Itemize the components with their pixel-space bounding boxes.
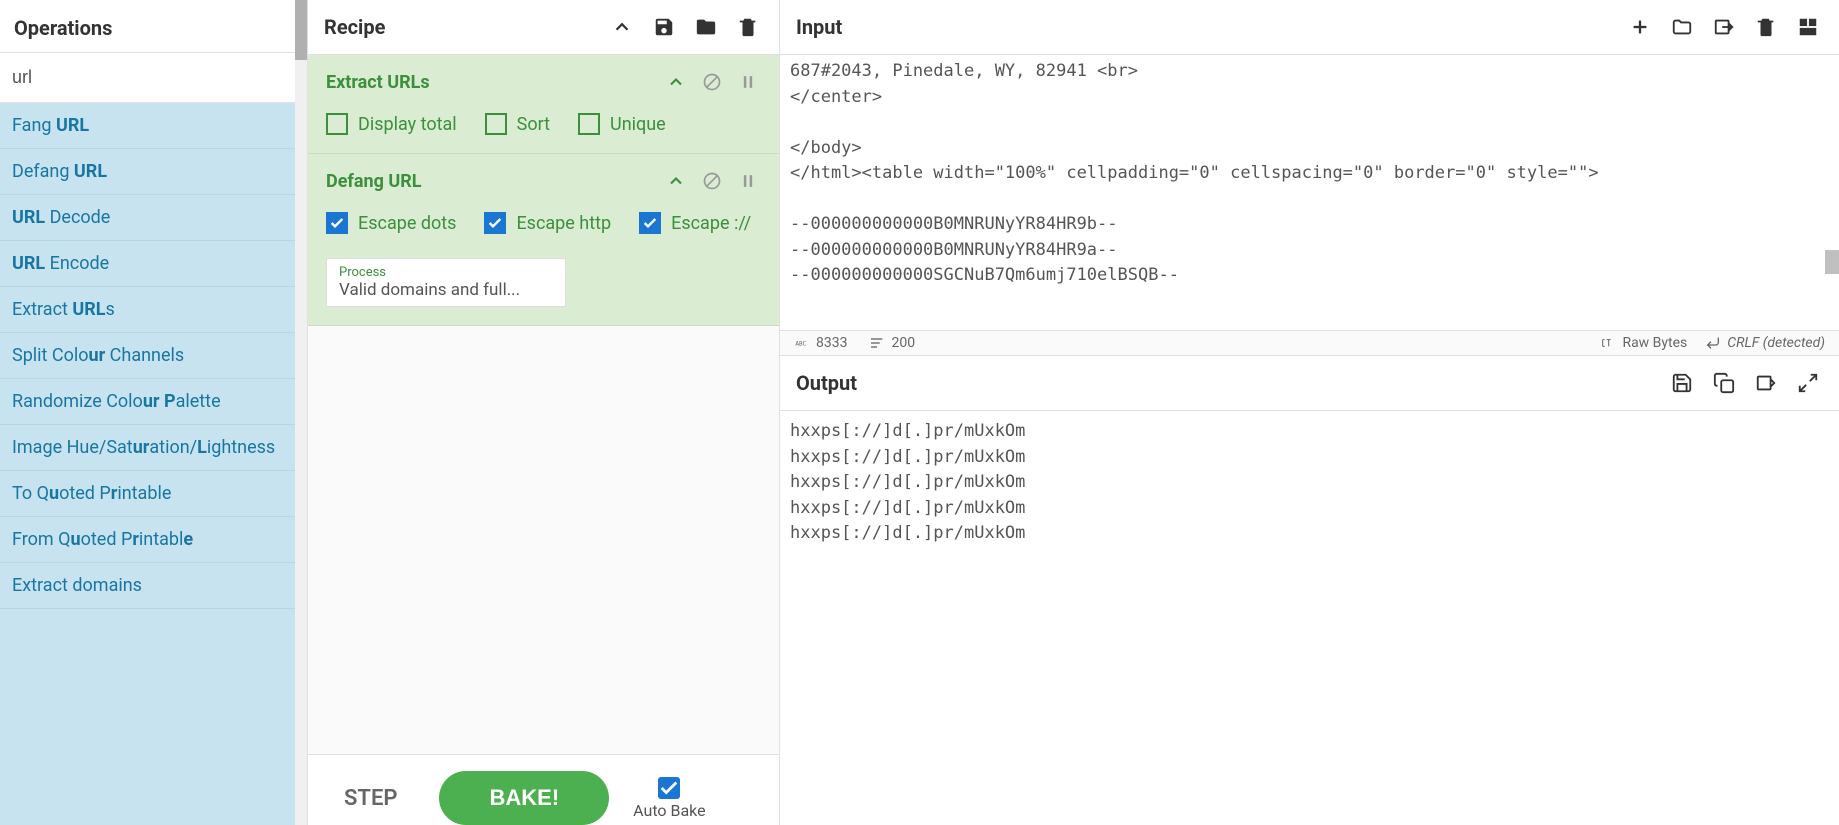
open-file-icon[interactable]	[1709, 12, 1739, 42]
encoding-indicator[interactable]: Raw Bytes	[1600, 335, 1687, 351]
operations-title: Operations	[0, 0, 307, 53]
pause-icon[interactable]	[735, 69, 761, 95]
op-arg-checkbox[interactable]: Display total	[326, 113, 457, 135]
copy-output-icon[interactable]	[1709, 368, 1739, 398]
input-header: Input	[780, 0, 1839, 55]
output-text[interactable]: hxxps[://]d[.]pr/mUxkOm hxxps[://]d[.]pr…	[780, 411, 1839, 555]
svg-text:ABC: ABC	[795, 341, 806, 348]
operation-item[interactable]: Extract domains	[0, 563, 307, 609]
disable-icon[interactable]	[699, 168, 725, 194]
recipe-operation[interactable]: Defang URL Escape dots Escape http Escape :…	[308, 154, 779, 326]
input-area: Input 687#2043, Pinedale, WY, 82941 <br>…	[780, 0, 1839, 356]
op-arg-checkbox[interactable]: Sort	[485, 113, 550, 135]
input-title: Input	[796, 15, 1613, 39]
op-arg-label: Escape dots	[358, 213, 456, 234]
recipe-footer: STEP BAKE! Auto Bake	[308, 754, 779, 825]
search-box	[0, 53, 307, 103]
operation-item[interactable]: Randomize Colour Palette	[0, 379, 307, 425]
recipe-operation[interactable]: Extract URLs Display total Sort Unique	[308, 55, 779, 154]
chevron-up-icon[interactable]	[663, 168, 689, 194]
input-text[interactable]: 687#2043, Pinedale, WY, 82941 <br> </cen…	[780, 55, 1839, 330]
op-arg-label: Escape http	[516, 213, 611, 234]
op-arg-label: Unique	[610, 114, 666, 135]
output-header: Output	[780, 356, 1839, 411]
maximize-output-icon[interactable]	[1793, 368, 1823, 398]
operations-list: Fang URLDefang URLURL DecodeURL EncodeEx…	[0, 103, 307, 825]
recipe-panel: Recipe Extract URLs Display total Sort Uniq…	[308, 0, 780, 825]
recipe-op-title: Defang URL	[326, 171, 653, 192]
recipe-op-title: Extract URLs	[326, 72, 653, 93]
operation-item[interactable]: Extract URLs	[0, 287, 307, 333]
operation-item[interactable]: To Quoted Printable	[0, 471, 307, 517]
chevron-up-icon[interactable]	[663, 69, 689, 95]
op-arg-label: Display total	[358, 114, 457, 135]
replace-input-icon[interactable]	[1751, 368, 1781, 398]
save-output-icon[interactable]	[1667, 368, 1697, 398]
collapse-icon[interactable]	[607, 12, 637, 42]
operation-item[interactable]: Fang URL	[0, 103, 307, 149]
op-arg-checkbox[interactable]: Escape ://	[639, 212, 751, 234]
operation-item[interactable]: Image Hue/Saturation/Lightness	[0, 425, 307, 471]
output-title: Output	[796, 371, 1655, 395]
operation-item[interactable]: Split Colour Channels	[0, 333, 307, 379]
operations-panel: Operations Fang URLDefang URLURL DecodeU…	[0, 0, 308, 825]
recipe-body: Extract URLs Display total Sort Unique Defan…	[308, 55, 779, 754]
io-panel: Input 687#2043, Pinedale, WY, 82941 <br>…	[780, 0, 1839, 825]
load-recipe-icon[interactable]	[691, 12, 721, 42]
op-arg-label: Sort	[517, 114, 550, 135]
char-count: ABC 8333	[794, 335, 847, 351]
operation-item[interactable]: URL Decode	[0, 195, 307, 241]
bake-button[interactable]: BAKE!	[439, 771, 609, 825]
input-status-bar: ABC 8333 200 Raw Bytes CRLF (detected)	[780, 330, 1839, 356]
save-recipe-icon[interactable]	[649, 12, 679, 42]
op-arg-select[interactable]: ProcessValid domains and full...	[326, 258, 566, 307]
op-arg-checkbox[interactable]: Escape http	[484, 212, 611, 234]
op-arg-label: Escape ://	[671, 213, 751, 234]
operation-item[interactable]: From Quoted Printable	[0, 517, 307, 563]
open-folder-icon[interactable]	[1667, 12, 1697, 42]
auto-bake[interactable]: Auto Bake	[633, 777, 705, 820]
search-input[interactable]	[0, 53, 307, 102]
input-scrollbar[interactable]	[1825, 250, 1839, 274]
ops-scrollbar[interactable]	[295, 0, 307, 825]
pause-icon[interactable]	[735, 168, 761, 194]
op-arg-checkbox[interactable]: Escape dots	[326, 212, 456, 234]
reset-layout-icon[interactable]	[1793, 12, 1823, 42]
recipe-header: Recipe	[308, 0, 779, 55]
clear-recipe-icon[interactable]	[733, 12, 763, 42]
output-area: Output hxxps[://]d[.]pr/mUxkOm hxxps[://…	[780, 356, 1839, 825]
operation-item[interactable]: URL Encode	[0, 241, 307, 287]
recipe-title: Recipe	[324, 15, 595, 39]
clear-input-icon[interactable]	[1751, 12, 1781, 42]
step-button[interactable]: STEP	[326, 778, 415, 819]
disable-icon[interactable]	[699, 69, 725, 95]
auto-bake-label: Auto Bake	[633, 801, 705, 820]
operation-item[interactable]: Defang URL	[0, 149, 307, 195]
line-count: 200	[869, 335, 915, 351]
op-arg-checkbox[interactable]: Unique	[578, 113, 666, 135]
eol-indicator[interactable]: CRLF (detected)	[1705, 335, 1825, 351]
add-input-tab-icon[interactable]	[1625, 12, 1655, 42]
